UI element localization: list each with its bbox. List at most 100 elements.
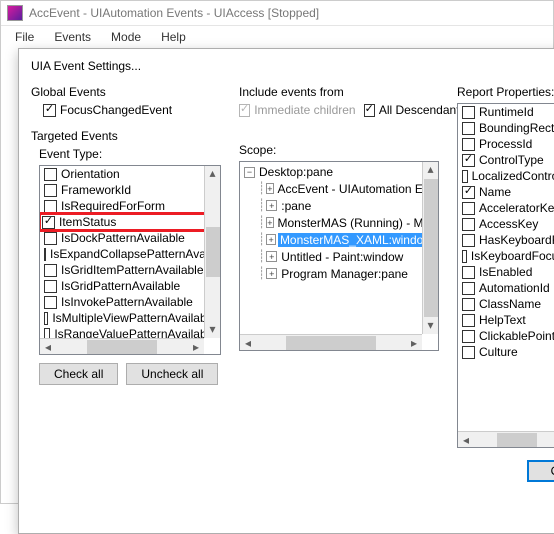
- report-item[interactable]: AccessKey: [458, 216, 554, 232]
- scope-hscroll[interactable]: ◂▸: [240, 334, 422, 350]
- window-title: AccEvent - UIAutomation Events - UIAcces…: [29, 6, 319, 20]
- report-checkbox[interactable]: [462, 106, 475, 119]
- report-item[interactable]: AcceleratorKey: [458, 200, 554, 216]
- menu-file[interactable]: File: [7, 28, 42, 46]
- report-checkbox[interactable]: [462, 234, 475, 247]
- report-checkbox[interactable]: [462, 282, 475, 295]
- report-item[interactable]: AutomationId: [458, 280, 554, 296]
- settings-dialog: UIA Event Settings... Global Events Focu…: [18, 48, 554, 534]
- tree-item[interactable]: ┊+MonsterMAS (Running) - Microsoft: [256, 214, 436, 231]
- report-label: IsEnabled: [479, 265, 532, 279]
- event-item[interactable]: IsMultipleViewPatternAvailable: [40, 310, 220, 326]
- report-checkbox[interactable]: [462, 186, 475, 199]
- report-checkbox[interactable]: [462, 202, 475, 215]
- report-checkbox[interactable]: [462, 314, 475, 327]
- uncheck-all-button[interactable]: Uncheck all: [126, 363, 218, 385]
- report-label: AcceleratorKey: [479, 201, 554, 215]
- event-checkbox[interactable]: [44, 296, 57, 309]
- report-checkbox[interactable]: [462, 266, 475, 279]
- report-item[interactable]: ClassName: [458, 296, 554, 312]
- report-label: AutomationId: [479, 281, 550, 295]
- tree-item[interactable]: ┊+Untitled - Paint:window: [256, 248, 436, 265]
- report-label: ClickablePoint: [479, 329, 554, 343]
- event-checkbox[interactable]: [44, 264, 57, 277]
- event-checkbox[interactable]: [42, 216, 55, 229]
- report-item[interactable]: RuntimeId: [458, 104, 554, 120]
- report-item[interactable]: ProcessId: [458, 136, 554, 152]
- event-item[interactable]: IsExpandCollapsePatternAvailable: [40, 246, 220, 262]
- report-label: ProcessId: [479, 137, 532, 151]
- event-label: IsRequiredForForm: [61, 199, 165, 213]
- tree-item-selected[interactable]: ┊+MonsterMAS_XAML:window: [256, 231, 436, 248]
- report-item[interactable]: LocalizedControlType: [458, 168, 554, 184]
- event-checkbox[interactable]: [44, 200, 57, 213]
- event-item[interactable]: IsDockPatternAvailable: [40, 230, 220, 246]
- report-hscroll[interactable]: ◂▸: [458, 431, 554, 447]
- event-item[interactable]: FrameworkId: [40, 182, 220, 198]
- ok-button[interactable]: OK: [527, 460, 554, 482]
- report-properties-list[interactable]: RuntimeIdBoundingRectangleProcessIdContr…: [457, 103, 554, 448]
- report-checkbox[interactable]: [462, 170, 468, 183]
- event-type-list[interactable]: OrientationFrameworkId IsRequiredForForm I…: [39, 165, 221, 355]
- tree-item[interactable]: ┊+:pane: [256, 197, 436, 214]
- report-checkbox[interactable]: [462, 250, 467, 263]
- tree-item[interactable]: ┊+AccEvent - UIAutomation Events: [256, 180, 436, 197]
- report-label: Culture: [479, 345, 518, 359]
- all-descendants-checkbox[interactable]: [364, 104, 375, 117]
- report-item[interactable]: HelpText: [458, 312, 554, 328]
- event-label: ItemStatus: [59, 215, 116, 229]
- report-checkbox[interactable]: [462, 122, 475, 135]
- report-item[interactable]: HasKeyboardFocus: [458, 232, 554, 248]
- report-item[interactable]: Culture: [458, 344, 554, 360]
- report-checkbox[interactable]: [462, 154, 475, 167]
- targeted-events-label: Targeted Events: [31, 129, 221, 143]
- event-item[interactable]: ItemStatus: [40, 214, 220, 230]
- menu-help[interactable]: Help: [153, 28, 194, 46]
- report-item[interactable]: IsEnabled: [458, 264, 554, 280]
- report-label: RuntimeId: [479, 105, 534, 119]
- all-descendants-label: All Descendants: [379, 103, 466, 117]
- scope-label: Scope:: [239, 143, 439, 157]
- event-item[interactable]: IsGridItemPatternAvailable: [40, 262, 220, 278]
- event-label: FrameworkId: [61, 183, 131, 197]
- report-checkbox[interactable]: [462, 346, 475, 359]
- immediate-children-label: Immediate children: [254, 103, 355, 117]
- report-item[interactable]: ControlType: [458, 152, 554, 168]
- event-item[interactable]: IsInvokePatternAvailable: [40, 294, 220, 310]
- event-checkbox[interactable]: [44, 248, 46, 261]
- event-type-label: Event Type:: [39, 147, 221, 161]
- check-all-button[interactable]: Check all: [39, 363, 118, 385]
- report-label: IsKeyboardFocusable: [471, 249, 554, 263]
- report-item[interactable]: ClickablePoint: [458, 328, 554, 344]
- event-vscroll[interactable]: ▴▾: [204, 166, 220, 338]
- report-checkbox[interactable]: [462, 298, 475, 311]
- menu-bar: File Events Mode Help: [1, 26, 553, 48]
- event-item[interactable]: IsGridPatternAvailable: [40, 278, 220, 294]
- event-checkbox[interactable]: [44, 280, 57, 293]
- event-label: IsDockPatternAvailable: [61, 231, 185, 245]
- report-item[interactable]: Name: [458, 184, 554, 200]
- report-item[interactable]: BoundingRectangle: [458, 120, 554, 136]
- event-checkbox[interactable]: [44, 168, 57, 181]
- report-item[interactable]: IsKeyboardFocusable: [458, 248, 554, 264]
- event-checkbox[interactable]: [44, 184, 57, 197]
- event-item[interactable]: IsRequiredForForm: [40, 198, 220, 214]
- report-checkbox[interactable]: [462, 330, 475, 343]
- event-label: IsGridItemPatternAvailable: [61, 263, 204, 277]
- event-item[interactable]: Orientation: [40, 166, 220, 182]
- menu-mode[interactable]: Mode: [103, 28, 149, 46]
- report-checkbox[interactable]: [462, 218, 475, 231]
- report-checkbox[interactable]: [462, 138, 475, 151]
- title-bar: AccEvent - UIAutomation Events - UIAcces…: [1, 1, 553, 26]
- include-events-label: Include events from: [239, 85, 439, 99]
- event-checkbox[interactable]: [44, 232, 57, 245]
- scope-tree[interactable]: −Desktop:pane ┊+AccEvent - UIAutomation …: [239, 161, 439, 351]
- tree-item[interactable]: ┊+Program Manager:pane: [256, 265, 436, 282]
- focus-changed-checkbox[interactable]: [43, 104, 56, 117]
- tree-root[interactable]: −Desktop:pane: [242, 164, 436, 180]
- menu-events[interactable]: Events: [46, 28, 99, 46]
- report-label: ClassName: [479, 297, 541, 311]
- event-hscroll[interactable]: ◂▸: [40, 338, 204, 354]
- event-checkbox[interactable]: [44, 312, 48, 325]
- scope-vscroll[interactable]: ▴▾: [422, 162, 438, 334]
